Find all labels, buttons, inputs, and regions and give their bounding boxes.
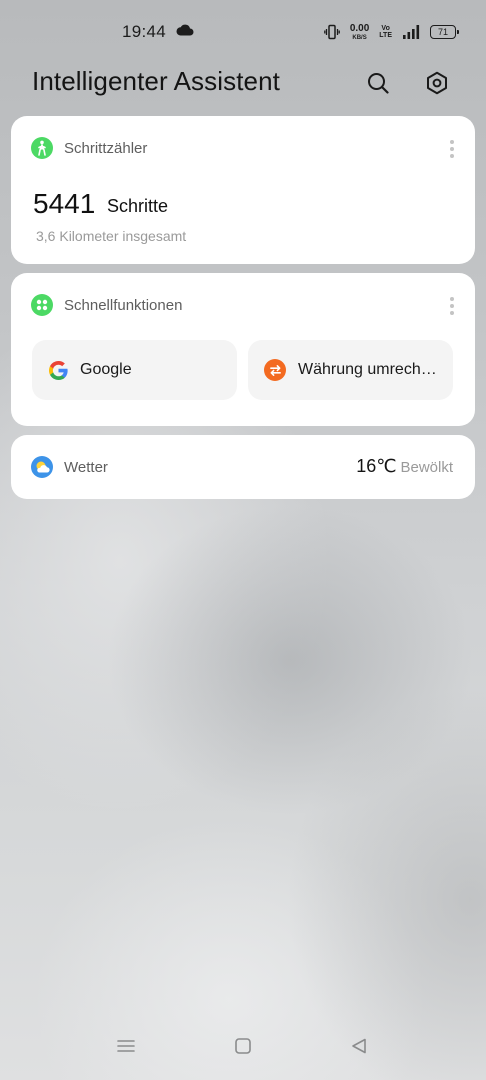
search-icon: [368, 73, 389, 94]
settings-button[interactable]: [420, 66, 454, 100]
battery-level: 71: [437, 27, 448, 37]
currency-converter-shortcut[interactable]: Währung umrech…: [248, 340, 453, 400]
navigation-bar: [0, 1020, 486, 1080]
partly-cloudy-icon: [31, 456, 53, 478]
search-button[interactable]: [361, 66, 395, 100]
battery-icon: 71: [430, 25, 459, 39]
network-speed: 0.00 KB/S: [349, 22, 370, 41]
weather-card[interactable]: Wetter 16℃ Bewölkt: [11, 435, 475, 499]
cloud-icon: [176, 24, 194, 36]
grid-dots-icon: [31, 294, 53, 316]
settings-icon: [427, 71, 447, 95]
weather-temperature: 16℃: [356, 456, 397, 476]
currency-exchange-icon: [264, 359, 286, 381]
currency-converter-label: Währung umrech…: [298, 361, 437, 378]
menu-icon: [117, 1040, 135, 1052]
more-options-icon[interactable]: [449, 297, 455, 315]
steps-value: 5441: [33, 188, 96, 219]
google-icon: [48, 360, 68, 380]
weather-title: Wetter: [64, 458, 108, 476]
home-button[interactable]: [227, 1030, 259, 1062]
quick-functions-title: Schnellfunktionen: [64, 296, 183, 314]
quick-functions-header: Schnellfunktionen: [31, 293, 182, 317]
step-counter-title: Schrittzähler: [64, 139, 148, 157]
weather-summary: 16℃ Bewölkt: [356, 456, 453, 477]
weather-condition: Bewölkt: [400, 459, 453, 476]
step-counter-header: Schrittzähler: [31, 136, 147, 160]
steps-unit: Schritte: [107, 196, 169, 216]
volte-top: Vo: [381, 25, 390, 32]
back-button[interactable]: [343, 1030, 375, 1062]
step-counter-card[interactable]: Schrittzähler 5441 Schritte 3,6 Kilomete…: [11, 116, 475, 264]
back-icon: [352, 1038, 366, 1054]
network-speed-value: 0.00: [349, 22, 370, 34]
volte-bottom: LTE: [379, 32, 392, 39]
volte-indicator: Vo LTE: [379, 25, 392, 39]
weather-header: Wetter: [31, 455, 108, 479]
steps-distance: 3,6 Kilometer insgesamt: [36, 228, 187, 244]
page-title: Intelligenter Assistent: [32, 66, 280, 96]
menu-button[interactable]: [110, 1030, 142, 1062]
more-options-icon[interactable]: [449, 140, 455, 158]
signal-icon: [403, 25, 420, 39]
network-speed-unit: KB/S: [352, 34, 367, 41]
status-bar: 19:44 0.00 KB/S Vo LTE 71: [0, 0, 486, 64]
home-icon: [235, 1038, 251, 1054]
vibrate-icon: [323, 24, 340, 40]
walking-person-icon: [31, 137, 53, 159]
google-shortcut-label: Google: [80, 361, 132, 378]
google-shortcut[interactable]: Google: [32, 340, 237, 400]
quick-functions-card: Schnellfunktionen Google Währung umrech…: [11, 273, 475, 426]
status-time: 19:44: [122, 22, 167, 41]
